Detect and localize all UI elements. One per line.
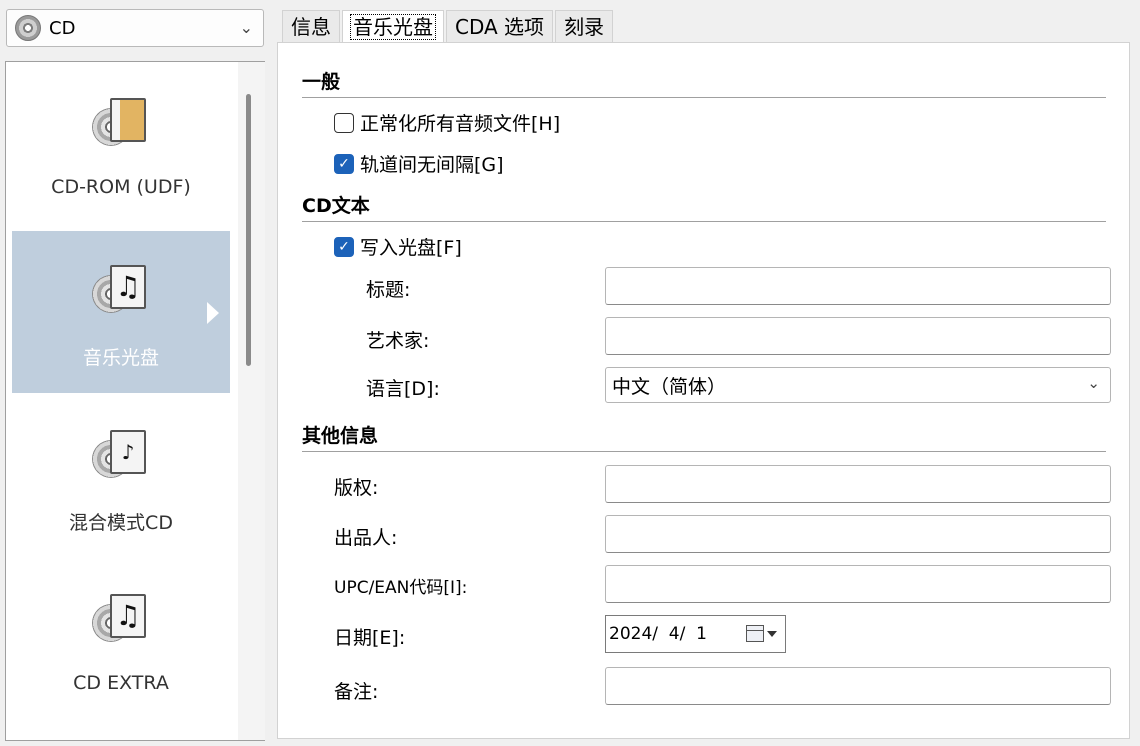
category-item-audio-cd[interactable]: ♫ 音乐光盘 [12,231,230,393]
cd-disc-icon [15,15,41,41]
dropdown-arrow-icon [767,630,777,637]
divider [302,97,1106,98]
language-value: 中文（简体） [612,375,727,398]
producer-label: 出品人: [334,527,398,549]
upc-label: UPC/EAN代码[I]: [334,578,468,598]
tab-audio-cd[interactable]: 音乐光盘 [342,10,444,43]
category-label: 混合模式CD [69,512,173,534]
cd-folder-icon [92,98,152,154]
artist-input[interactable] [605,317,1111,355]
section-other-title: 其他信息 [302,425,379,447]
normalize-checkbox[interactable] [334,112,354,133]
category-label: 音乐光盘 [82,347,159,369]
artist-label: 艺术家: [366,330,430,352]
copyright-label: 版权: [334,477,379,499]
category-item-cd-extra[interactable]: ♫ CD EXTRA [12,560,230,722]
section-general-title: 一般 [302,71,341,93]
title-input[interactable] [605,267,1111,305]
scrollbar-thumb[interactable] [246,94,251,366]
section-cdtext-title: CD文本 [302,195,370,217]
category-label: CD EXTRA [73,672,169,694]
language-select[interactable]: 中文（简体） ⌄ [605,367,1111,403]
gapless-label: 轨道间无间隔[G] [360,154,504,176]
chevron-down-icon: ⌄ [1087,374,1100,392]
disc-type-select[interactable]: CD ⌄ [6,9,264,47]
chevron-down-icon: ⌄ [239,18,253,37]
normalize-label: 正常化所有音频文件[H] [360,113,561,135]
divider [302,451,1106,452]
tab-cda-options[interactable]: CDA 选项 [446,10,554,42]
cd-extra-icon: ♫ [92,594,152,650]
category-list: CD-ROM (UDF) ♫ 音乐光盘 ♪ 混合模式CD ♫ CD EXTRA [5,61,265,741]
tab-bar: 信息 音乐光盘 CDA 选项 刻录 [282,10,615,43]
tab-info[interactable]: 信息 [282,10,340,42]
upc-input[interactable] [605,565,1111,603]
copyright-input[interactable] [605,465,1111,503]
tab-burn[interactable]: 刻录 [555,10,614,42]
category-label: CD-ROM (UDF) [51,176,191,198]
divider [302,221,1106,222]
disc-type-value: CD [49,17,76,39]
gapless-checkbox-row[interactable]: ✓ 轨道间无间隔[G] [334,150,504,177]
notes-label: 备注: [334,681,379,703]
category-item-cd-rom[interactable]: CD-ROM (UDF) [12,64,230,226]
scrollbar-track[interactable] [238,62,265,740]
producer-input[interactable] [605,515,1111,553]
date-picker[interactable]: 2024/ 4/ 1 [605,615,786,653]
cd-music-icon: ♫ [92,265,152,321]
selection-arrow-icon [207,302,219,324]
notes-input[interactable] [605,667,1111,705]
language-label: 语言[D]: [366,378,440,400]
write-cdtext-checkbox-row[interactable]: ✓ 写入光盘[F] [334,233,462,260]
calendar-dropdown-button[interactable] [746,625,777,642]
date-label: 日期[E]: [334,627,406,649]
title-label: 标题: [366,279,411,301]
calendar-icon [746,625,764,642]
cd-mixed-icon: ♪ [92,430,152,486]
audio-cd-panel: 一般 正常化所有音频文件[H] ✓ 轨道间无间隔[G] CD文本 ✓ 写入光盘[… [277,42,1130,739]
write-cdtext-checkbox[interactable]: ✓ [334,236,354,257]
normalize-checkbox-row[interactable]: 正常化所有音频文件[H] [334,109,560,136]
category-item-mixed-mode[interactable]: ♪ 混合模式CD [12,396,230,558]
gapless-checkbox[interactable]: ✓ [334,153,354,174]
date-value: 2024/ 4/ 1 [609,624,707,644]
write-cdtext-label: 写入光盘[F] [360,237,462,259]
